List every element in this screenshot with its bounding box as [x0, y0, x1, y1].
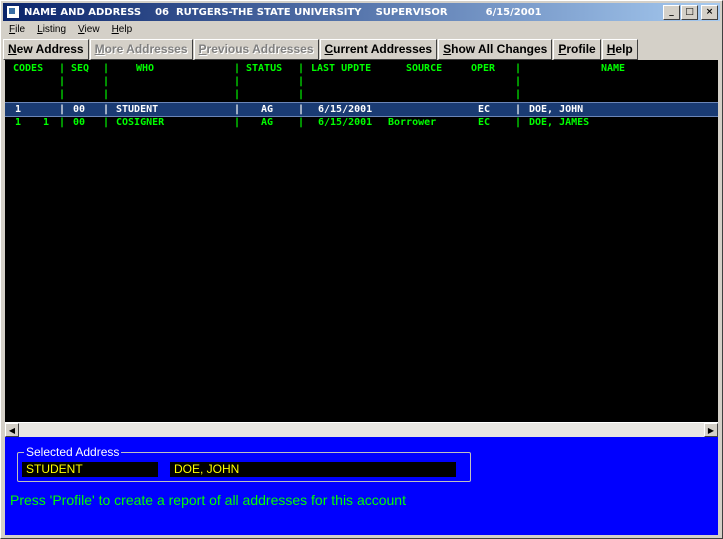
- title-bar[interactable]: NAME AND ADDRESS 06 RUTGERS-THE STATE UN…: [3, 3, 720, 21]
- menu-help[interactable]: Help: [106, 22, 139, 39]
- selected-address-group: Selected Address STUDENT DOE, JOHN: [17, 445, 471, 482]
- scroll-left-arrow-icon[interactable]: ◀: [5, 423, 19, 437]
- cell-who: COSIGNER: [116, 117, 165, 128]
- header-name: NAME: [601, 63, 626, 74]
- app-icon: [6, 5, 20, 19]
- header-status: STATUS: [246, 63, 283, 74]
- column-separator: |: [234, 63, 241, 74]
- selected-who-field: STUDENT: [22, 462, 158, 477]
- cell-oper: EC: [478, 104, 491, 115]
- menu-file[interactable]: File: [3, 22, 31, 39]
- cell-last-update: 6/15/2001: [318, 117, 373, 128]
- close-button[interactable]: ×: [701, 5, 718, 20]
- cell-code1: 1: [15, 104, 22, 115]
- menu-bar: File Listing View Help: [3, 22, 138, 39]
- selected-name-field: DOE, JOHN: [170, 462, 456, 477]
- profile-hint-text: Press 'Profile' to create a report of al…: [10, 492, 406, 508]
- minimize-button[interactable]: _: [663, 5, 680, 20]
- cell-seq: 00: [73, 117, 86, 128]
- header-codes: CODES: [13, 63, 44, 74]
- cell-who: STUDENT: [116, 104, 159, 115]
- toolbar: New Address More Addresses Previous Addr…: [3, 39, 639, 60]
- menu-listing[interactable]: Listing: [31, 22, 72, 39]
- column-separator: |: [515, 63, 522, 74]
- previous-addresses-button[interactable]: Previous Addresses: [193, 39, 319, 60]
- menu-view[interactable]: View: [72, 22, 106, 39]
- column-separator: |: [59, 63, 66, 74]
- cell-status: AG: [261, 104, 274, 115]
- header-who: WHO: [136, 63, 155, 74]
- new-address-button[interactable]: New Address: [3, 39, 89, 60]
- cell-name: DOE, JOHN: [529, 104, 584, 115]
- show-all-changes-button[interactable]: Show All Changes: [438, 39, 553, 60]
- horizontal-scrollbar[interactable]: ◀ ▶: [5, 422, 718, 438]
- cell-seq: 00: [73, 104, 86, 115]
- table-header-spacer: | | | | |: [59, 89, 522, 100]
- title-date: 6/15/2001: [485, 6, 542, 18]
- header-seq: SEQ: [71, 63, 90, 74]
- cell-oper: EC: [478, 117, 491, 128]
- cell-code2: 1: [43, 117, 50, 128]
- cell-name: DOE, JAMES: [529, 117, 590, 128]
- help-button[interactable]: Help: [601, 39, 638, 60]
- column-separator: |: [298, 63, 305, 74]
- current-addresses-button[interactable]: Current Addresses: [319, 39, 438, 60]
- table-row[interactable]: 1 | 00 | STUDENT | AG | 6/15/2001 EC | D…: [5, 102, 718, 117]
- selected-address-panel: Selected Address STUDENT DOE, JOHN Press…: [5, 437, 718, 535]
- profile-button[interactable]: Profile: [553, 39, 601, 60]
- table-row[interactable]: 1 1 | 00 | COSIGNER | AG | 6/15/2001 Bor…: [5, 116, 718, 129]
- selected-address-legend: Selected Address: [24, 445, 122, 459]
- maximize-button[interactable]: □: [681, 5, 698, 20]
- column-separator: |: [103, 63, 110, 74]
- title-screen-name: NAME AND ADDRESS: [24, 6, 142, 18]
- header-last-update: LAST UPDTE: [311, 63, 372, 74]
- cell-last-update: 6/15/2001: [318, 104, 373, 115]
- address-listing: CODES | SEQ | WHO | STATUS | LAST UPDTE …: [5, 60, 718, 422]
- scroll-right-arrow-icon[interactable]: ▶: [704, 423, 718, 437]
- header-oper: OPER: [471, 63, 496, 74]
- header-source: SOURCE: [406, 63, 443, 74]
- app-window: NAME AND ADDRESS 06 RUTGERS-THE STATE UN…: [0, 0, 723, 539]
- table-header-spacer: | | | | |: [59, 76, 522, 87]
- table-header-row: CODES | SEQ | WHO | STATUS | LAST UPDTE …: [5, 62, 718, 75]
- title-role: SUPERVISOR: [375, 6, 448, 18]
- cell-code1: 1: [15, 117, 22, 128]
- cell-source: Borrower: [388, 117, 437, 128]
- title-institution: 06 RUTGERS-THE STATE UNIVERSITY: [155, 6, 362, 18]
- cell-status: AG: [261, 117, 274, 128]
- more-addresses-button[interactable]: More Addresses: [89, 39, 193, 60]
